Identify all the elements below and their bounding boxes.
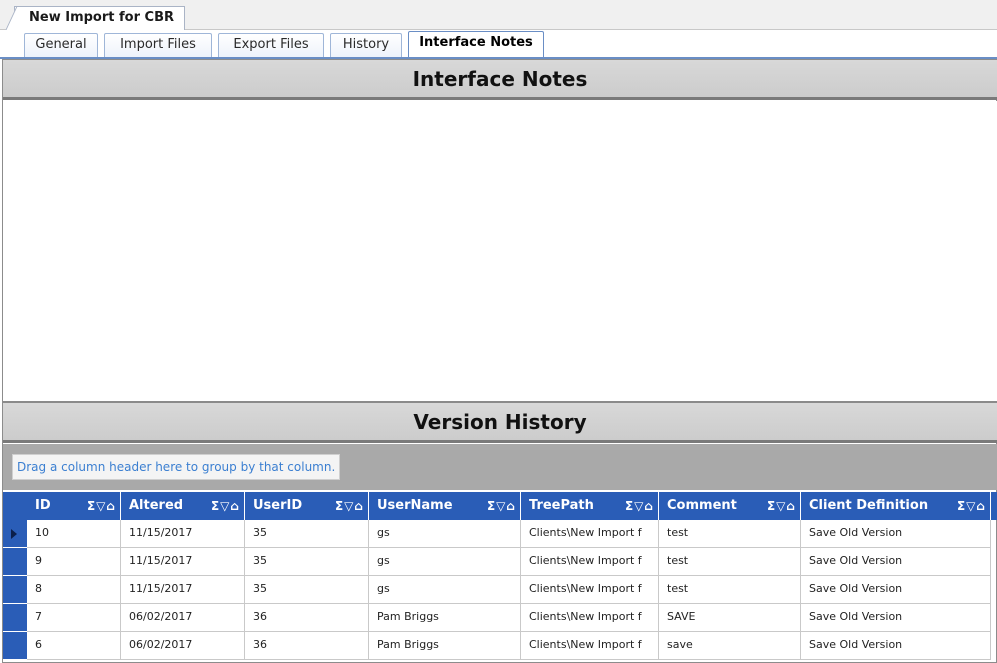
cell-treepath[interactable]: Clients\New Import f: [521, 548, 659, 576]
cell-client-definition[interactable]: Save Old Version: [801, 604, 991, 632]
cell-id[interactable]: 6: [27, 632, 121, 660]
table-row[interactable]: 7 06/02/2017 36 Pam Briggs Clients\New I…: [3, 604, 997, 632]
cell-id[interactable]: 10: [27, 520, 121, 548]
cell-id[interactable]: 7: [27, 604, 121, 632]
cell-altered[interactable]: 06/02/2017: [121, 604, 245, 632]
document-tab[interactable]: New Import for CBR: [14, 6, 185, 31]
row-indicator[interactable]: [3, 520, 27, 548]
column-header-id[interactable]: ID Σ▽⌂: [27, 492, 121, 520]
table-row[interactable]: 6 06/02/2017 36 Pam Briggs Clients\New I…: [3, 632, 997, 660]
column-header-label: Client Definition: [809, 498, 929, 513]
column-tools-icon[interactable]: Σ▽⌂: [957, 492, 986, 520]
interface-notes-textarea[interactable]: [3, 101, 997, 403]
current-row-arrow-icon: [11, 529, 17, 539]
column-header-username[interactable]: UserName Σ▽⌂: [369, 492, 521, 520]
column-header-label: UserID: [253, 498, 303, 513]
column-header-label: Comment: [667, 498, 737, 513]
column-tools-icon[interactable]: Σ▽⌂: [211, 492, 240, 520]
cell-altered[interactable]: 11/15/2017: [121, 576, 245, 604]
interface-notes-header: Interface Notes: [3, 60, 997, 100]
cell-treepath[interactable]: Clients\New Import f: [521, 632, 659, 660]
version-history-header: Version History: [3, 403, 997, 443]
tab-general[interactable]: General: [24, 33, 98, 57]
document-tab-strip: New Import for CBR: [0, 0, 997, 31]
cell-comment[interactable]: test: [659, 520, 801, 548]
column-header-altered[interactable]: Altered Σ▽⌂: [121, 492, 245, 520]
cell-client-definition[interactable]: Save Old Version: [801, 632, 991, 660]
cell-id[interactable]: 9: [27, 548, 121, 576]
cell-treepath[interactable]: Clients\New Import f: [521, 604, 659, 632]
column-header-label: ID: [35, 498, 51, 513]
column-header-label: UserName: [377, 498, 453, 513]
cell-comment[interactable]: save: [659, 632, 801, 660]
cell-userid[interactable]: 35: [245, 520, 369, 548]
grid-header-row: ID Σ▽⌂ Altered Σ▽⌂ UserID Σ▽⌂ UserName Σ▽⌂ T…: [3, 492, 997, 520]
row-indicator[interactable]: [3, 548, 27, 576]
column-tools-icon[interactable]: Σ▽⌂: [767, 492, 796, 520]
cell-comment[interactable]: test: [659, 548, 801, 576]
cell-client-definition[interactable]: Save Old Version: [801, 548, 991, 576]
row-indicator[interactable]: [3, 632, 27, 660]
cell-username[interactable]: gs: [369, 576, 521, 604]
tab-import-files[interactable]: Import Files: [104, 33, 212, 57]
column-tools-icon[interactable]: Σ▽⌂: [487, 492, 516, 520]
interface-window: New Import for CBR General Import Files …: [0, 0, 997, 663]
table-row[interactable]: 10 11/15/2017 35 gs Clients\New Import f…: [3, 520, 997, 548]
row-indicator[interactable]: [3, 604, 27, 632]
column-header-label: TreePath: [529, 498, 594, 513]
cell-userid[interactable]: 35: [245, 548, 369, 576]
tab-strip: General Import Files Export Files Histor…: [0, 30, 997, 58]
cell-altered[interactable]: 11/15/2017: [121, 548, 245, 576]
table-row[interactable]: 8 11/15/2017 35 gs Clients\New Import f …: [3, 576, 997, 604]
tab-interface-notes[interactable]: Interface Notes: [408, 31, 544, 58]
cell-username[interactable]: gs: [369, 548, 521, 576]
cell-userid[interactable]: 36: [245, 604, 369, 632]
cell-treepath[interactable]: Clients\New Import f: [521, 520, 659, 548]
column-header-client-definition[interactable]: Client Definition Σ▽⌂: [801, 492, 991, 520]
cell-comment[interactable]: test: [659, 576, 801, 604]
cell-client-definition[interactable]: Save Old Version: [801, 576, 991, 604]
group-by-hint: Drag a column header here to group by th…: [12, 454, 341, 480]
cell-client-definition[interactable]: Save Old Version: [801, 520, 991, 548]
tab-export-files[interactable]: Export Files: [218, 33, 324, 57]
column-header-userid[interactable]: UserID Σ▽⌂: [245, 492, 369, 520]
cell-userid[interactable]: 36: [245, 632, 369, 660]
cell-username[interactable]: Pam Briggs: [369, 604, 521, 632]
column-header-comment[interactable]: Comment Σ▽⌂: [659, 492, 801, 520]
group-by-area[interactable]: Drag a column header here to group by th…: [3, 444, 997, 490]
cell-userid[interactable]: 35: [245, 576, 369, 604]
cell-username[interactable]: gs: [369, 520, 521, 548]
cell-comment[interactable]: SAVE: [659, 604, 801, 632]
tab-history[interactable]: History: [330, 33, 402, 57]
table-row[interactable]: 9 11/15/2017 35 gs Clients\New Import f …: [3, 548, 997, 576]
row-indicator[interactable]: [3, 576, 27, 604]
column-tools-icon[interactable]: Σ▽⌂: [625, 492, 654, 520]
cell-id[interactable]: 8: [27, 576, 121, 604]
cell-altered[interactable]: 11/15/2017: [121, 520, 245, 548]
column-tools-icon[interactable]: Σ▽⌂: [335, 492, 364, 520]
column-header-label: Altered: [129, 498, 184, 513]
cell-username[interactable]: Pam Briggs: [369, 632, 521, 660]
cell-treepath[interactable]: Clients\New Import f: [521, 576, 659, 604]
cell-altered[interactable]: 06/02/2017: [121, 632, 245, 660]
column-tools-icon[interactable]: Σ▽⌂: [87, 492, 116, 520]
column-header-treepath[interactable]: TreePath Σ▽⌂: [521, 492, 659, 520]
